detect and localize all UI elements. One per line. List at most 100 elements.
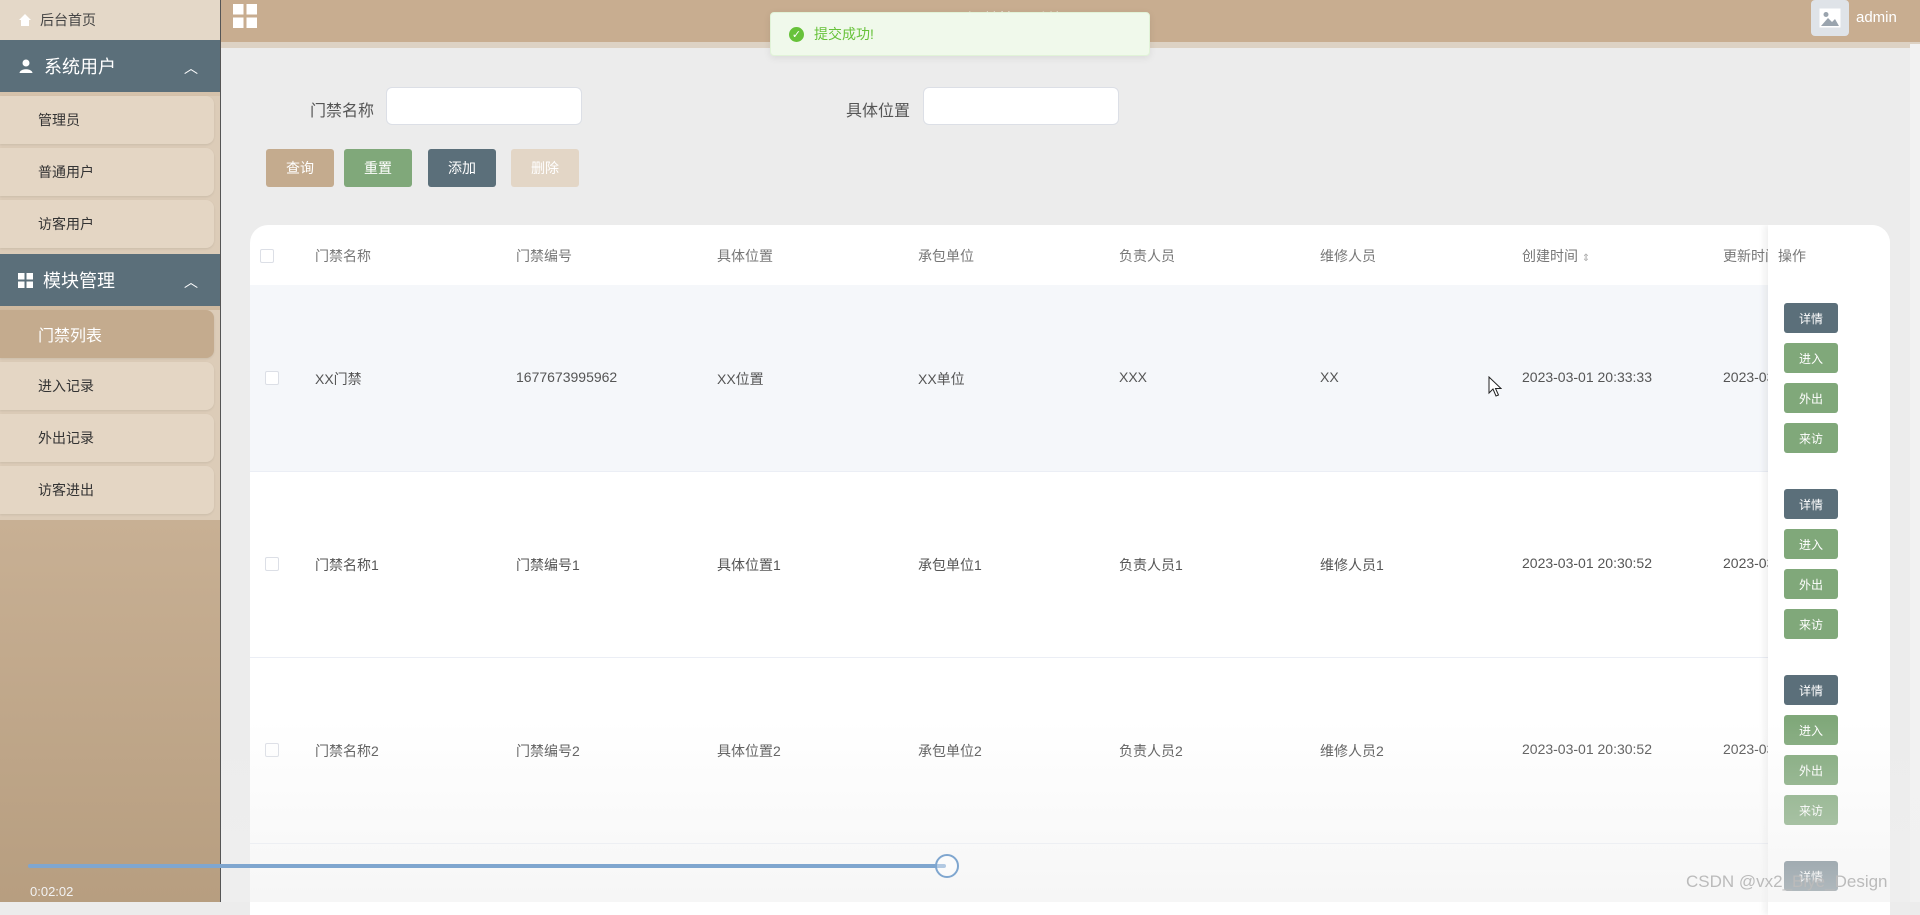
cell-contractor: XX单位: [918, 371, 965, 387]
column-header: 维修人员: [1320, 248, 1376, 264]
cell-name: 门禁名称2: [315, 743, 379, 759]
avatar[interactable]: [1811, 0, 1849, 36]
sidebar-list-system-users: 管理员 普通用户 访客用户: [0, 96, 220, 254]
user-icon: [19, 59, 33, 73]
add-button[interactable]: 添加: [428, 149, 496, 187]
sidebar-item-access-list[interactable]: 门禁列表: [0, 310, 214, 358]
user-name[interactable]: admin: [1856, 9, 1897, 26]
check-circle-icon: ✓: [789, 26, 804, 42]
cell-updated: 2023-03: [1723, 555, 1775, 571]
operations-column: 操作 详情 进入 外出 来访 详情 进入 外出 来访 详情 进入 外出 来访 详…: [1768, 225, 1890, 915]
exit-button[interactable]: 外出: [1784, 383, 1838, 413]
sidebar-group-modules[interactable]: 模块管理 ︿: [0, 254, 220, 306]
page-scrollbar[interactable]: [1910, 44, 1920, 902]
mouse-cursor-icon: [1488, 376, 1502, 397]
column-header: 操作: [1778, 248, 1806, 264]
cell-location: XX位置: [717, 371, 764, 387]
table-header: 门禁名称 门禁编号 具体位置 承包单位 负责人员 维修人员 创建时间 ⇕ 更新时…: [250, 225, 1890, 286]
name-label: 门禁名称: [310, 103, 375, 120]
enter-button[interactable]: 进入: [1784, 343, 1838, 373]
column-header: 具体位置: [717, 248, 773, 264]
cell-owner: XXX: [1119, 369, 1148, 385]
sidebar-item-label: 访客进出: [38, 482, 94, 498]
cell-updated: 2023-03: [1723, 741, 1775, 757]
select-all-checkbox[interactable]: [260, 249, 274, 263]
sidebar-item-label: 普通用户: [38, 164, 94, 180]
table-row: 门禁名称2 门禁编号2 具体位置2 承包单位2 负责人员2 维修人员2 2023…: [250, 657, 1890, 844]
column-header: 门禁编号: [516, 248, 572, 264]
location-input[interactable]: [923, 87, 1119, 125]
cell-repair: 维修人员1: [1320, 557, 1384, 573]
visit-button[interactable]: 来访: [1784, 609, 1838, 639]
enter-button[interactable]: 进入: [1784, 529, 1838, 559]
table-row: XX门禁 1677673995962 XX位置 XX单位 XXX XX 2023…: [250, 285, 1890, 472]
sidebar-item-entry-records[interactable]: 进入记录: [0, 362, 214, 410]
cell-updated: 2023-03: [1723, 369, 1775, 385]
cell-created: 2023-03-01 20:33:33: [1522, 369, 1652, 385]
visit-button[interactable]: 来访: [1784, 423, 1838, 453]
sidebar-item-normal-user[interactable]: 普通用户: [0, 148, 214, 196]
cell-owner: 负责人员1: [1119, 557, 1183, 573]
sidebar-item-admin[interactable]: 管理员: [0, 96, 214, 144]
reset-button[interactable]: 重置: [344, 149, 412, 187]
detail-button[interactable]: 详情: [1784, 303, 1838, 333]
sidebar-item-visitor-user[interactable]: 访客用户: [0, 200, 214, 248]
sidebar-list-modules: 门禁列表 进入记录 外出记录 访客进出: [0, 310, 220, 520]
sidebar-item-label: 外出记录: [38, 430, 94, 446]
image-icon: [1819, 8, 1841, 28]
access-name-input[interactable]: [386, 87, 582, 125]
sidebar-group-title: 模块管理: [43, 271, 115, 291]
sidebar-item-label: 管理员: [38, 112, 80, 128]
cell-location: 具体位置2: [717, 743, 781, 759]
cell-owner: 负责人员2: [1119, 743, 1183, 759]
cell-location: 具体位置1: [717, 557, 781, 573]
cell-code: 门禁编号1: [516, 557, 580, 573]
sidebar-item-label: 门禁列表: [38, 328, 103, 345]
location-label: 具体位置: [846, 103, 911, 120]
row-checkbox[interactable]: [265, 557, 279, 571]
sidebar-home[interactable]: 后台首页: [0, 0, 220, 40]
sidebar-group-title: 系统用户: [44, 57, 116, 77]
cell-created: 2023-03-01 20:30:52: [1522, 555, 1652, 571]
cell-repair: XX: [1320, 369, 1339, 385]
cell-contractor: 承包单位1: [918, 557, 982, 573]
column-header-sortable[interactable]: 创建时间 ⇕: [1522, 246, 1590, 266]
column-header: 负责人员: [1119, 248, 1175, 264]
sidebar-item-label: 访客用户: [38, 216, 94, 232]
success-toast: ✓ 提交成功!: [770, 12, 1150, 56]
video-time: 0:02:02: [30, 884, 74, 899]
cell-contractor: 承包单位2: [918, 743, 982, 759]
table-row: 门禁名称1 门禁编号1 具体位置1 承包单位1 负责人员1 维修人员1 2023…: [250, 471, 1890, 658]
watermark: CSDN @vx2_Biye_Design: [1686, 872, 1888, 891]
cell-repair: 维修人员2: [1320, 743, 1384, 759]
menu-grid-icon[interactable]: [233, 4, 257, 28]
column-header: 承包单位: [918, 248, 974, 264]
detail-button[interactable]: 详情: [1784, 489, 1838, 519]
video-progress-bar[interactable]: [28, 864, 946, 868]
column-header-label: 创建时间: [1522, 248, 1578, 264]
video-progress-handle[interactable]: [935, 854, 959, 878]
cell-name: 门禁名称1: [315, 557, 379, 573]
chevron-up-icon: ︿: [184, 274, 198, 290]
sidebar-item-exit-records[interactable]: 外出记录: [0, 414, 214, 462]
exit-button[interactable]: 外出: [1784, 569, 1838, 599]
sidebar-home-label: 后台首页: [40, 12, 96, 28]
sort-icon[interactable]: ⇕: [1582, 253, 1590, 264]
sidebar-item-label: 进入记录: [38, 378, 94, 394]
exit-button[interactable]: 外出: [1784, 755, 1838, 785]
visit-button[interactable]: 来访: [1784, 795, 1838, 825]
sidebar: 后台首页 系统用户 ︿ 管理员 普通用户 访客用户 模块管理 ︿ 门禁列表 进入…: [0, 0, 221, 902]
cell-code: 1677673995962: [516, 369, 618, 385]
delete-button[interactable]: 删除: [511, 149, 579, 187]
row-checkbox[interactable]: [265, 743, 279, 757]
sidebar-item-visitor-access[interactable]: 访客进出: [0, 466, 214, 514]
grid-icon: [18, 272, 33, 288]
row-checkbox[interactable]: [265, 371, 279, 385]
query-button[interactable]: 查询: [266, 149, 334, 187]
home-icon: [19, 14, 31, 26]
cell-created: 2023-03-01 20:30:52: [1522, 741, 1652, 757]
sidebar-group-system-users[interactable]: 系统用户 ︿: [0, 40, 220, 92]
chevron-up-icon: ︿: [184, 60, 198, 76]
enter-button[interactable]: 进入: [1784, 715, 1838, 745]
detail-button[interactable]: 详情: [1784, 675, 1838, 705]
